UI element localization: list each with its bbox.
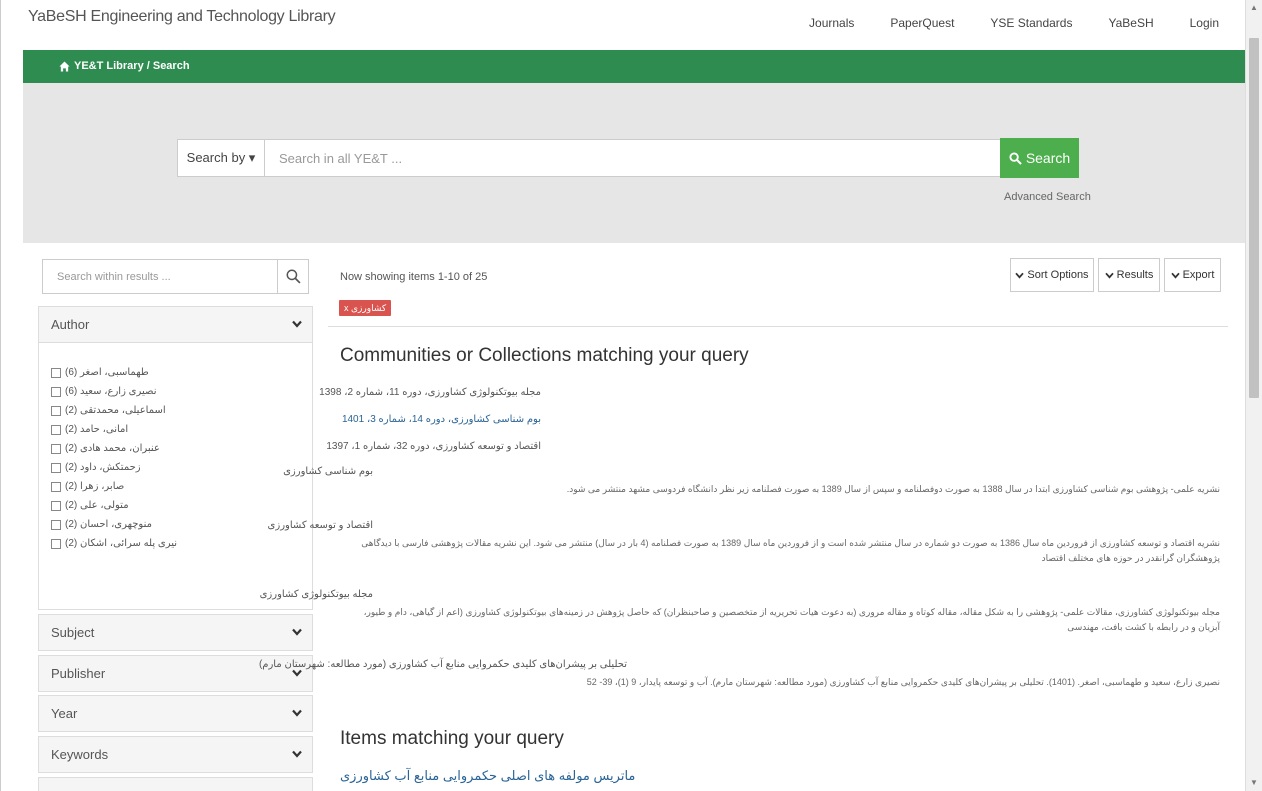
checkbox[interactable]	[51, 538, 61, 549]
author-facet-list: طهماسبی، اصغر (6) نصیری زارع، سعید (6) ا…	[38, 343, 313, 610]
facet-year-label: Year	[51, 706, 78, 721]
author-label: صابر، زهرا (2)	[65, 481, 125, 492]
divider	[328, 326, 1228, 327]
facet-publisher-label: Publisher	[51, 666, 106, 681]
collection-desc: نشریه اقتصاد و توسعه کشاورزی از فروردین …	[361, 538, 1220, 563]
search-button[interactable]: Search	[1000, 138, 1079, 178]
breadcrumb-bar: YE&T Library / Search	[23, 50, 1247, 83]
collection-link[interactable]: بوم شناسی کشاورزی، دوره 14، شماره 3، 140…	[342, 414, 541, 425]
top-navbar: YaBeSH Engineering and Technology Librar…	[1, 0, 1247, 50]
vertical-scrollbar[interactable]: ▲ ▼	[1245, 0, 1262, 791]
breadcrumb-text: YE&T Library / Search	[74, 60, 190, 72]
chevron-down-icon	[292, 628, 302, 636]
chevron-down-icon	[292, 709, 302, 717]
facet-year[interactable]: Year	[38, 695, 313, 732]
checkbox[interactable]	[51, 367, 61, 378]
author-item[interactable]: منوچهری، احسان (2)	[51, 519, 152, 530]
home-icon	[59, 60, 70, 72]
export-button[interactable]: Export	[1164, 258, 1221, 292]
collection-desc: نشریه علمی- پژوهشی بوم شناسی کشاورزی ابت…	[566, 484, 1220, 494]
chevron-down-icon	[1105, 272, 1114, 279]
chevron-down-icon	[292, 669, 302, 677]
nav-journals[interactable]: Journals	[809, 16, 854, 30]
scroll-down-icon[interactable]: ▼	[1246, 775, 1262, 791]
search-by-dropdown[interactable]: Search by ▾	[177, 139, 265, 177]
results-label: Results	[1116, 269, 1154, 281]
author-item[interactable]: اسماعیلی، محمدتقی (2)	[51, 405, 166, 416]
collection-title[interactable]: اقتصاد و توسعه کشاورزی	[268, 520, 373, 531]
author-item[interactable]: متولی، علی (2)	[51, 500, 129, 511]
author-label: منوچهری، احسان (2)	[65, 519, 152, 530]
nav-paperquest[interactable]: PaperQuest	[890, 16, 954, 30]
search-icon	[1009, 151, 1022, 165]
facet-author[interactable]: Author	[38, 306, 313, 343]
facet-subject-label: Subject	[51, 625, 95, 640]
author-label: زحمتکش، داود (2)	[65, 462, 141, 473]
search-within-button[interactable]	[277, 259, 309, 294]
export-label: Export	[1182, 269, 1215, 281]
results-count: Now showing items 1-10 of 25	[340, 271, 488, 283]
nav-yse-standards[interactable]: YSE Standards	[990, 16, 1072, 30]
author-item[interactable]: نصیری زارع، سعید (6)	[51, 386, 157, 397]
author-label: متولی، علی (2)	[65, 500, 129, 511]
page: YaBeSH Engineering and Technology Librar…	[0, 0, 1247, 791]
result-item-title[interactable]: ماتریس مولفه های اصلی حکمروایی منابع آب …	[340, 768, 635, 784]
collection-title[interactable]: تحلیلی بر پیشران‌های کلیدی حکمروایی مناب…	[259, 659, 627, 670]
checkbox[interactable]	[51, 500, 61, 511]
facet-keywords-label: Keywords	[51, 747, 109, 762]
items-heading: Items matching your query	[340, 728, 564, 749]
sort-options-label: Sort Options	[1027, 269, 1089, 281]
author-label: امانی، حامد (2)	[65, 424, 129, 435]
brand-title[interactable]: YaBeSH Engineering and Technology Librar…	[28, 8, 336, 26]
author-item[interactable]: امانی، حامد (2)	[51, 424, 128, 435]
collection-link[interactable]: اقتصاد و توسعه کشاورزی، دوره 32، شماره 1…	[326, 441, 541, 452]
breadcrumb[interactable]: YE&T Library / Search	[59, 60, 190, 72]
author-label: اسماعیلی، محمدتقی (2)	[65, 405, 166, 416]
chevron-down-icon	[1170, 272, 1180, 279]
results-button[interactable]: Results	[1098, 258, 1160, 292]
checkbox[interactable]	[51, 519, 61, 530]
nav-links: Journals PaperQuest YSE Standards YaBeSH…	[773, 16, 1219, 30]
checkbox[interactable]	[51, 386, 61, 397]
search-input[interactable]: Search in all YE&T ...	[265, 139, 1001, 177]
author-item[interactable]: طهماسبی، اصغر (6)	[51, 367, 149, 378]
chevron-down-icon	[1015, 272, 1025, 279]
collection-link[interactable]: مجله بیوتکنولوژی کشاورزی، دوره 11، شماره…	[319, 387, 541, 398]
author-item[interactable]: زحمتکش، داود (2)	[51, 462, 141, 473]
author-item[interactable]: نیری پله سرائی، اشکان (2)	[51, 538, 177, 549]
search-button-label: Search	[1025, 150, 1071, 166]
nav-login[interactable]: Login	[1190, 16, 1219, 30]
facet-keywords[interactable]: Keywords	[38, 736, 313, 773]
checkbox[interactable]	[51, 405, 61, 416]
collection-title[interactable]: بوم شناسی کشاورزی	[283, 466, 373, 477]
author-item[interactable]: صابر، زهرا (2)	[51, 481, 124, 492]
nav-yabesh[interactable]: YaBeSH	[1108, 16, 1153, 30]
author-label: عنبران، محمد هادی (2)	[65, 443, 160, 454]
collection-desc: مجله بیوتکنولوژی کشاورزی، مقالات علمی- پ…	[363, 607, 1220, 632]
collection-desc: نصیری زارع، سعید و طهماسبی، اصغر. (1401)…	[586, 677, 1220, 687]
advanced-search-link[interactable]: Advanced Search	[1004, 191, 1091, 203]
facet-more[interactable]	[38, 777, 313, 791]
communities-heading: Communities or Collections matching your…	[340, 345, 749, 366]
collection-title[interactable]: مجله بیوتکنولوژی کشاورزی	[260, 589, 373, 600]
checkbox[interactable]	[51, 462, 61, 473]
facet-subject[interactable]: Subject	[38, 614, 313, 651]
search-within-input[interactable]: Search within results ...	[42, 259, 278, 294]
chevron-down-icon	[292, 750, 302, 758]
checkbox[interactable]	[51, 443, 61, 454]
search-icon	[286, 269, 301, 284]
facet-author-label: Author	[51, 317, 90, 332]
author-label: طهماسبی، اصغر (6)	[65, 367, 149, 378]
checkbox[interactable]	[51, 424, 61, 435]
scroll-thumb[interactable]	[1249, 38, 1259, 398]
checkbox[interactable]	[51, 481, 61, 492]
sort-options-button[interactable]: Sort Options	[1010, 258, 1094, 292]
filter-tag[interactable]: x کشاورزی	[339, 300, 392, 316]
author-label: نیری پله سرائی، اشکان (2)	[65, 538, 178, 549]
author-label: نصیری زارع، سعید (6)	[65, 386, 157, 397]
scroll-up-icon[interactable]: ▲	[1246, 0, 1262, 16]
chevron-down-icon	[292, 320, 302, 328]
author-item[interactable]: عنبران، محمد هادی (2)	[51, 443, 160, 454]
